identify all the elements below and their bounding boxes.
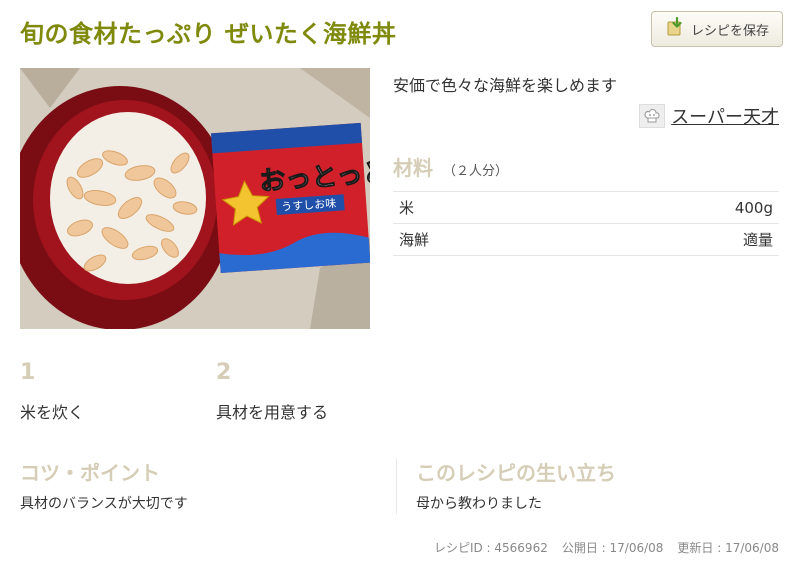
save-recipe-icon xyxy=(665,16,685,41)
updated-date: 更新日 : 17/06/08 xyxy=(677,541,779,555)
save-recipe-button[interactable]: レシピを保存 xyxy=(651,11,783,47)
ingredient-row: 米 400g xyxy=(393,192,779,224)
ingredient-name: 米 xyxy=(399,199,415,217)
published-date: 公開日 : 17/06/08 xyxy=(561,541,664,555)
recipe-description: 安価で色々な海鮮を楽しめます xyxy=(393,76,618,95)
servings: （２人分） xyxy=(443,164,509,179)
ingredient-name: 海鮮 xyxy=(399,231,430,249)
author-name[interactable]: スーパー天才 xyxy=(671,103,779,129)
step-number: 1 xyxy=(20,360,36,385)
ingredients-heading: 材料 xyxy=(393,156,433,180)
section-divider xyxy=(396,458,397,514)
ingredients-list: 米 400g 海鮮 適量 xyxy=(393,191,779,256)
step-text: 具材を用意する xyxy=(216,403,329,422)
step-number: 2 xyxy=(216,360,232,385)
ingredient-amount: 400g xyxy=(734,198,773,217)
tips-heading: コツ・ポイント xyxy=(20,461,160,485)
save-recipe-label: レシピを保存 xyxy=(690,23,769,39)
ingredient-amount: 適量 xyxy=(742,231,773,249)
history-heading: このレシピの生い立ち xyxy=(416,461,616,485)
tips-text: 具材のバランスが大切です xyxy=(20,496,188,512)
ingredients-header: 材料 （２人分） xyxy=(393,152,508,181)
recipe-meta: レシピID : 4566962 公開日 : 17/06/08 更新日 : 17/… xyxy=(434,539,779,556)
step-text: 米を炊く xyxy=(20,403,85,422)
recipe-photo[interactable]: おっとっと うすしお味 xyxy=(20,68,370,329)
history-text: 母から教わりました xyxy=(416,496,542,512)
author-link[interactable]: スーパー天才 xyxy=(639,103,779,129)
recipe-id: レシピID : 4566962 xyxy=(433,541,548,555)
recipe-title: 旬の食材たっぷり ぜいたく海鮮丼 xyxy=(20,20,397,48)
chef-hat-icon xyxy=(639,104,666,128)
ingredient-row: 海鮮 適量 xyxy=(393,224,779,256)
